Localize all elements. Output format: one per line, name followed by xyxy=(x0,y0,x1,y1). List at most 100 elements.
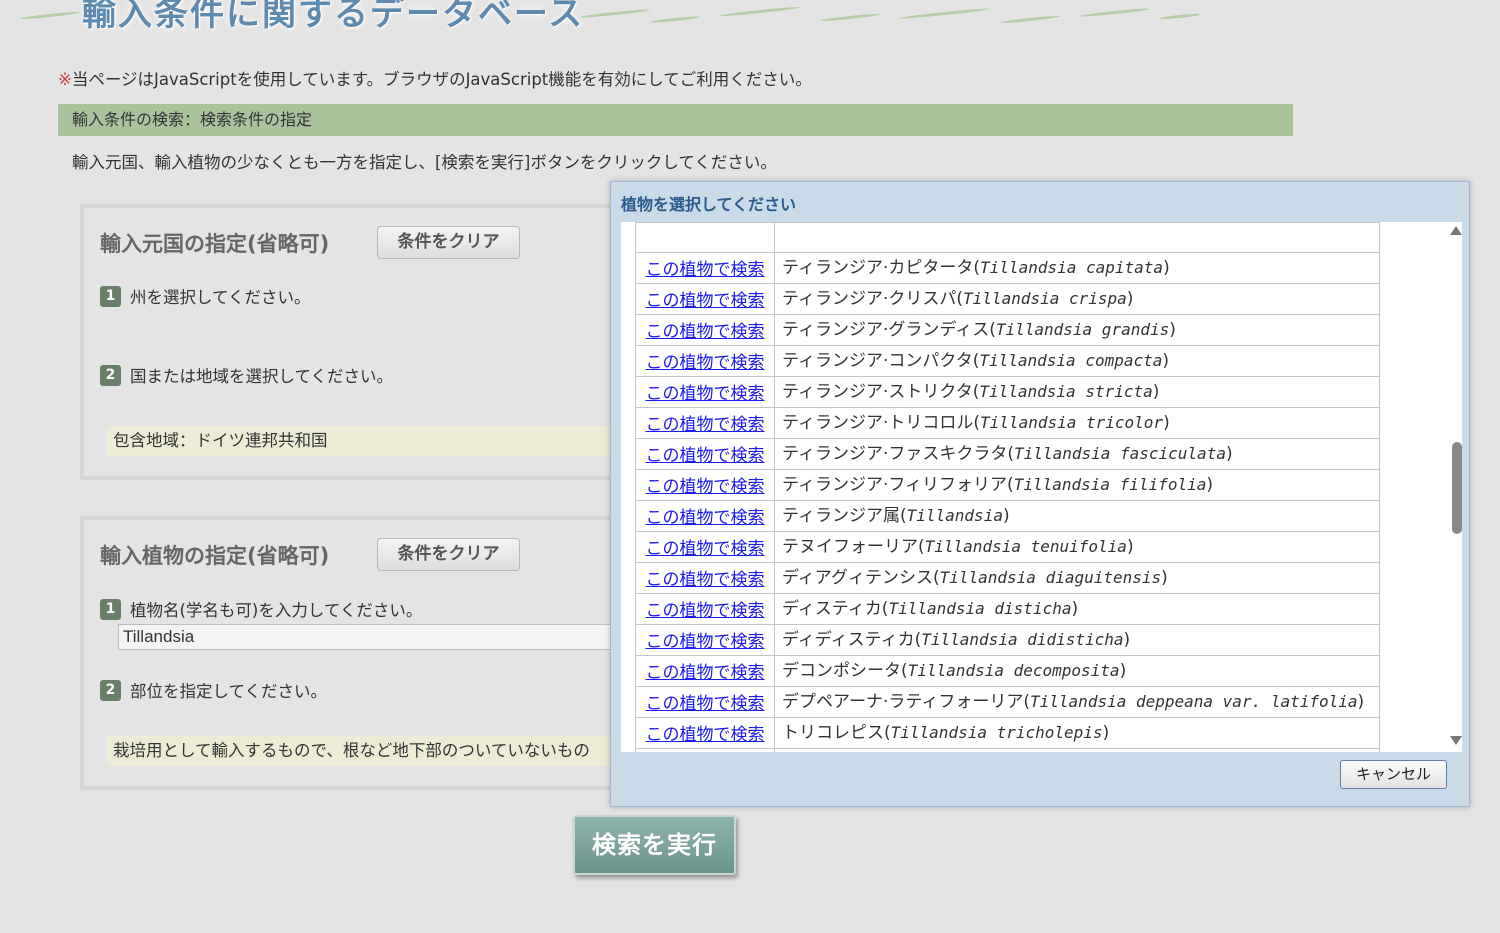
list-row-partial xyxy=(635,222,1380,253)
paren-close: ) xyxy=(1123,629,1131,650)
plant-select-dialog: 植物を選択してください この植物で検索 ティランジア·カピタータ(Tillands… xyxy=(610,181,1470,807)
paren-close: ) xyxy=(1152,381,1160,402)
cancel-button[interactable]: キャンセル xyxy=(1340,760,1447,789)
plant-japanese-name: ティランジア·カピタータ xyxy=(782,257,974,278)
plant-row: この植物で検索 ティランジア·グランディス(Tillandsia grandis) xyxy=(635,313,1380,346)
country-panel-title: 輸入元国の指定(省略可) xyxy=(100,232,330,256)
country-step: 2 国または地域を選択してください。 xyxy=(100,363,393,387)
plant-japanese-name: ディアグィテンシス xyxy=(782,567,933,588)
plant-row: この植物で検索 ティランジア·カピタータ(Tillandsia capitata) xyxy=(635,251,1380,284)
search-this-plant-link[interactable]: この植物で検索 xyxy=(646,415,765,435)
plant-name-cell: テヌイフォーリア(Tillandsia tenuifolia) xyxy=(774,530,1380,563)
search-this-plant-link[interactable]: この植物で検索 xyxy=(646,539,765,559)
plant-table: この植物で検索 ティランジア·カピタータ(Tillandsia capitata)… xyxy=(635,222,1380,752)
plant-name-cell: ティランジア属(Tillandsia) xyxy=(774,499,1380,532)
plant-name-cell: ティランジア·トリコロル(Tillandsia tricolor) xyxy=(774,406,1380,439)
paren-close: ) xyxy=(1357,691,1365,712)
plant-link-cell: この植物で検索 xyxy=(635,375,775,408)
search-this-plant-link[interactable]: この植物で検索 xyxy=(646,260,765,280)
plant-name-cell: トリコレピス(Tillandsia tricholepis) xyxy=(774,716,1380,749)
step-number: 1 xyxy=(100,285,121,307)
paren-close: ) xyxy=(1126,536,1134,557)
notice-mark: ※ xyxy=(58,70,72,89)
scroll-down-arrow-icon[interactable] xyxy=(1450,736,1462,745)
country-clear-button[interactable]: 条件をクリア xyxy=(377,226,520,259)
paren-open: ( xyxy=(901,660,908,681)
plant-scientific-name: Tillandsia tricolor xyxy=(980,412,1164,432)
paren-open: ( xyxy=(884,722,891,743)
search-this-plant-link[interactable]: この植物で検索 xyxy=(646,601,765,621)
state-step-label: 州を選択してください。 xyxy=(130,288,311,307)
header-banner: 輸入条件に関するデータベース xyxy=(0,0,1500,44)
search-this-plant-link[interactable]: この植物で検索 xyxy=(646,322,765,342)
plant-scientific-name: Tillandsia didisticha xyxy=(921,629,1124,649)
plant-link-cell: この植物で検索 xyxy=(635,654,775,687)
plant-japanese-name: トリコレピス xyxy=(782,722,884,743)
paren-close: ) xyxy=(1163,412,1170,433)
plant-row: この植物で検索トリティケア(Tillandsia triticea) xyxy=(635,747,1380,752)
part-step-label: 部位を指定してください。 xyxy=(130,682,328,701)
search-this-plant-link[interactable]: この植物で検索 xyxy=(646,446,765,466)
plant-japanese-name: テヌイフォーリア xyxy=(782,536,918,557)
search-this-plant-link[interactable]: この植物で検索 xyxy=(646,663,765,683)
search-this-plant-link[interactable]: この植物で検索 xyxy=(646,725,765,745)
plant-name-step: 1 植物名(学名も可)を入力してください。 xyxy=(100,597,422,621)
plant-row: この植物で検索 ディアグィテンシス(Tillandsia diaguitensis… xyxy=(635,561,1380,594)
plant-panel-title: 輸入植物の指定(省略可) xyxy=(100,544,330,568)
plant-row: この植物で検索 ティランジア·ファスキクラタ(Tillandsia fascicu… xyxy=(635,437,1380,470)
plant-scientific-name: Tillandsia fasciculata xyxy=(1014,443,1226,463)
paren-close: ) xyxy=(1206,474,1213,495)
plant-scientific-name: Tillandsia diaguitensis xyxy=(939,567,1162,587)
plant-row: この植物で検索 ティランジア·トリコロル(Tillandsia tricolor) xyxy=(635,406,1380,439)
plant-link-cell: この植物で検索 xyxy=(635,685,775,718)
step-number: 2 xyxy=(100,679,121,701)
plant-scientific-name: Tillandsia deppeana var. latifolia xyxy=(1030,691,1358,711)
plant-name-cell: ディディスティカ(Tillandsia didisticha) xyxy=(774,623,1380,656)
paren-open: ( xyxy=(932,567,940,588)
plant-list[interactable]: この植物で検索 ティランジア·カピタータ(Tillandsia capitata)… xyxy=(621,222,1462,752)
paren-close: ) xyxy=(1126,288,1134,309)
country-step-label: 国または地域を選択してください。 xyxy=(130,367,394,386)
plant-name-cell: ティランジア·ファスキクラタ(Tillandsia fasciculata) xyxy=(774,437,1380,470)
plant-scientific-name: Tillandsia capitata xyxy=(980,257,1164,277)
plant-link-cell: この植物で検索 xyxy=(635,561,775,594)
scroll-thumb[interactable] xyxy=(1452,442,1462,534)
search-this-plant-link[interactable]: この植物で検索 xyxy=(646,632,765,652)
search-this-plant-link[interactable]: この植物で検索 xyxy=(646,353,765,373)
plant-name-cell: デコンポシータ(Tillandsia decomposita) xyxy=(774,654,1380,687)
search-this-plant-link[interactable]: この植物で検索 xyxy=(646,291,765,311)
paren-open: ( xyxy=(918,536,925,557)
plant-name-cell: ティランジア·クリスパ(Tillandsia crispa) xyxy=(774,282,1380,315)
plant-japanese-name: ティランジア·クリスパ xyxy=(782,288,957,309)
plant-link-cell: この植物で検索 xyxy=(635,530,775,563)
paren-close: ) xyxy=(1169,319,1176,340)
plant-japanese-name: ディスティカ xyxy=(782,598,882,619)
plant-link-cell: この植物で検索 xyxy=(635,344,775,377)
dialog-title: 植物を選択してください xyxy=(621,195,797,214)
paren-open: ( xyxy=(899,505,907,526)
plant-name-cell: ティランジア·フィリフォリア(Tillandsia filifolia) xyxy=(774,468,1380,501)
site-title: 輸入条件に関するデータベース xyxy=(82,0,585,34)
scroll-up-arrow-icon[interactable] xyxy=(1450,226,1462,235)
search-this-plant-link[interactable]: この植物で検索 xyxy=(646,694,765,714)
plant-scientific-name: Tillandsia crispa xyxy=(963,288,1127,308)
plant-japanese-name: ティランジア·ストリクタ xyxy=(782,381,973,402)
search-this-plant-link[interactable]: この植物で検索 xyxy=(646,570,765,590)
plant-link-cell: この植物で検索 xyxy=(635,313,775,346)
section-heading: 輸入条件の検索：検索条件の指定 xyxy=(58,104,1293,136)
plant-clear-button[interactable]: 条件をクリア xyxy=(377,538,520,571)
paren-close: ) xyxy=(1071,598,1079,619)
plant-link-cell: この植物で検索 xyxy=(635,623,775,656)
plant-row: この植物で検索 ディスティカ(Tillandsia disticha) xyxy=(635,592,1380,625)
plant-name-cell: ティランジア·ストリクタ(Tillandsia stricta) xyxy=(774,375,1380,408)
list-scrollbar[interactable] xyxy=(1450,222,1462,752)
plant-link-cell: この植物で検索 xyxy=(635,406,775,439)
search-this-plant-link[interactable]: この植物で検索 xyxy=(646,477,765,497)
plant-link-cell: この植物で検索 xyxy=(635,716,775,749)
plant-japanese-name: ディディスティカ xyxy=(782,629,915,650)
execute-search-button[interactable]: 検索を実行 xyxy=(573,815,736,875)
search-this-plant-link[interactable]: この植物で検索 xyxy=(646,384,765,404)
plant-link-cell: この植物で検索 xyxy=(635,747,775,752)
plant-link-cell: この植物で検索 xyxy=(635,468,775,501)
search-this-plant-link[interactable]: この植物で検索 xyxy=(646,508,765,528)
